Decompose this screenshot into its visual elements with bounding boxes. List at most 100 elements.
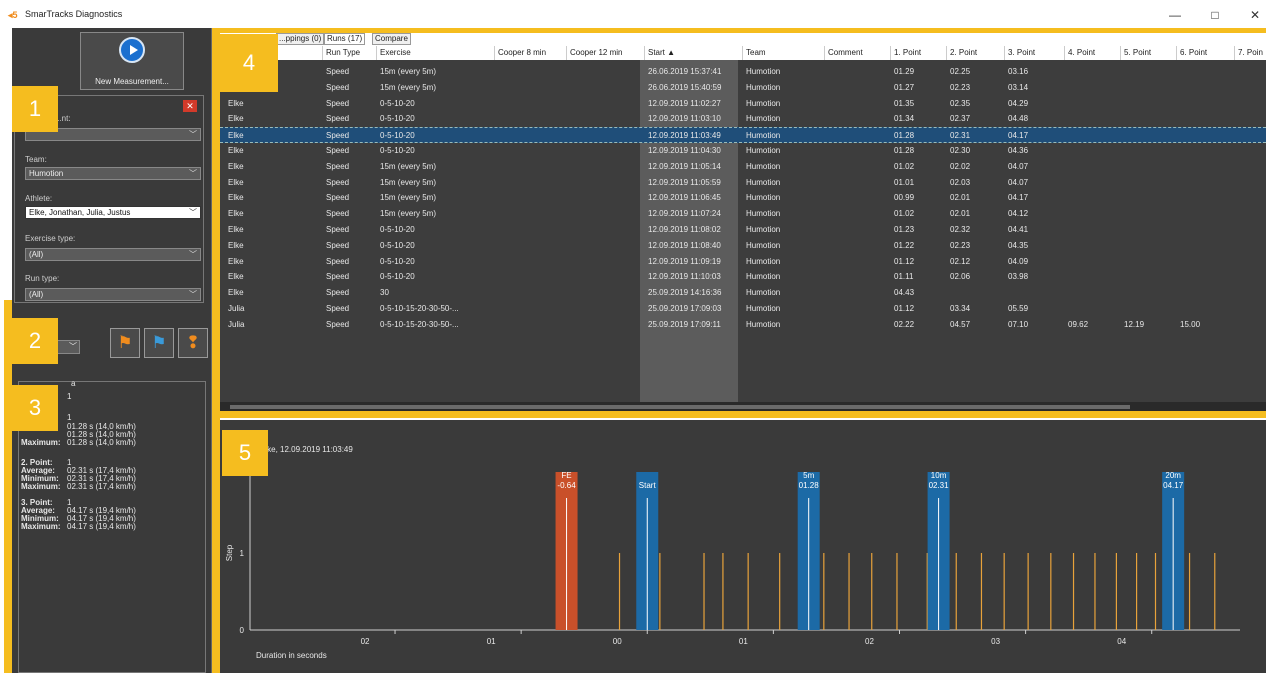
table-row[interactable]: Elke Speed 15m (every 5m) 12.09.2019 11:05:… xyxy=(220,175,1266,191)
marker-value-label: 02.31 xyxy=(929,481,950,490)
close-filter-icon[interactable]: ✕ xyxy=(183,100,197,112)
callout-2: 2 xyxy=(12,318,58,364)
table-row[interactable]: Elke Speed 15m (every 5m) 12.09.2019 11:05:… xyxy=(220,159,1266,175)
cell-point: 03.16 xyxy=(1008,67,1029,76)
cell-point: 12.19 xyxy=(1124,319,1145,329)
column-header[interactable]: Cooper 8 min xyxy=(498,48,546,57)
cell-run-type: Speed xyxy=(326,193,350,203)
cell-team: Humotion xyxy=(746,82,781,92)
table-row[interactable]: Elke Speed 0-5-10-20 12.09.2019 11:02:27 Hum… xyxy=(220,96,1266,112)
tab-strip: ...ppings (0) Runs (17) Compare xyxy=(220,32,1266,46)
x-tick-label: 01 xyxy=(739,637,748,646)
column-separator xyxy=(1176,46,1177,60)
tab-mappings[interactable]: ...ppings (0) xyxy=(276,33,325,45)
column-header[interactable]: Team xyxy=(746,48,766,57)
cell-point: 01.27 xyxy=(894,82,915,92)
table-row[interactable]: Elke Speed 0-5-10-20 12.09.2019 11:04:30 Hum… xyxy=(220,143,1266,159)
exercise-type-select[interactable]: (All) ﹀ xyxy=(25,248,201,261)
table-row[interactable]: Julia Speed 0-5-10-15-20-30-50-... 25.09.20… xyxy=(220,317,1266,333)
table-row[interactable]: Elke Speed 0-5-10-20 12.09.2019 11:08:02 Hum… xyxy=(220,222,1266,238)
tab-runs[interactable]: Runs (17) xyxy=(324,33,366,45)
table-row[interactable]: Elke Speed 0-5-10-20 12.09.2019 11:03:10 Hum… xyxy=(220,111,1266,127)
table-row[interactable]: Elke Speed 15m (every 5m) 12.09.2019 11:06:… xyxy=(220,190,1266,206)
cell-run-type: Speed xyxy=(326,177,350,187)
cell-run-type: Speed xyxy=(326,288,350,298)
column-header[interactable]: Comment xyxy=(828,48,863,57)
table-row[interactable]: Elke Speed 0-5-10-20 12.09.2019 11:10:03 Hum… xyxy=(220,269,1266,285)
table-row[interactable]: Speed 15m (every 5m) 26.06.2019 15:40:59 Hu… xyxy=(220,80,1266,96)
cell-athlete: Elke xyxy=(228,131,244,141)
scrollbar-thumb[interactable] xyxy=(230,405,1130,409)
cell-point: 04.09 xyxy=(1008,256,1029,266)
team-select[interactable]: Humotion ﹀ xyxy=(25,167,201,180)
cell-exercise: 0-5-10-20 xyxy=(380,225,415,234)
athlete-value: Elke, Jonathan, Julia, Justus xyxy=(29,208,131,217)
column-header[interactable]: 5. Point xyxy=(1124,48,1151,57)
y-tick-label: 0 xyxy=(240,626,245,635)
cell-exercise: 0-5-10-20 xyxy=(380,114,415,124)
cell-exercise: 15m (every 5m) xyxy=(380,161,437,171)
marker-value-label: 04.17 xyxy=(1163,481,1184,490)
cell-exercise: 15m (every 5m) xyxy=(380,177,437,187)
cell-point: 00.99 xyxy=(894,193,915,203)
column-header[interactable]: Cooper 12 min xyxy=(570,48,622,57)
cell-team: Humotion xyxy=(746,304,781,313)
minimize-button[interactable]: — xyxy=(1160,6,1190,24)
cell-run-type: Speed xyxy=(326,209,350,219)
column-header[interactable]: 3. Point xyxy=(1008,48,1035,57)
cell-exercise: 15m (every 5m) xyxy=(380,193,437,203)
cell-team: Humotion xyxy=(746,240,781,250)
column-header[interactable]: Start ▲ xyxy=(648,48,675,57)
cell-point: 01.11 xyxy=(894,272,914,282)
frame-left xyxy=(212,28,220,673)
cell-point: 03.34 xyxy=(950,304,971,313)
column-header[interactable]: 1. Point xyxy=(894,48,921,57)
table-row[interactable]: Elke Speed 0-5-10-20 12.09.2019 11:09:19 Hum… xyxy=(220,254,1266,270)
cell-point: 04.12 xyxy=(1008,209,1029,219)
orange-flag-icon[interactable]: ⚑ xyxy=(110,328,140,358)
cell-point: 01.34 xyxy=(894,114,915,124)
table-row[interactable]: Speed 15m (every 5m) 26.06.2019 15:37:41 Hu… xyxy=(220,64,1266,80)
column-separator xyxy=(1234,46,1235,60)
table-row[interactable]: Elke Speed 15m (every 5m) 12.09.2019 11:07:… xyxy=(220,206,1266,222)
cell-point: 02.25 xyxy=(950,67,971,76)
callout-5: 5 xyxy=(222,430,268,476)
cell-run-type: Speed xyxy=(326,146,350,155)
column-header[interactable]: 6. Point xyxy=(1180,48,1207,57)
blue-flag-icon[interactable]: ⚑ xyxy=(144,328,174,358)
cell-team: Humotion xyxy=(746,288,781,298)
column-header[interactable]: Exercise xyxy=(380,48,411,57)
column-header[interactable]: 2. Point xyxy=(950,48,977,57)
column-separator xyxy=(1120,46,1121,60)
app-title: SmarTracks Diagnostics xyxy=(25,9,123,19)
y-axis-label: Step xyxy=(225,544,234,561)
x-tick-label: 01 xyxy=(487,637,496,646)
cell-start: 25.09.2019 17:09:03 xyxy=(648,304,722,313)
column-header[interactable]: 7. Poin xyxy=(1238,48,1263,57)
footprints-icon[interactable]: ❢ xyxy=(178,328,208,358)
cell-run-type: Speed xyxy=(326,114,350,124)
table-row[interactable]: Julia Speed 0-5-10-15-20-30-50-... 25.09.20… xyxy=(220,301,1266,317)
table-row[interactable]: Elke Speed 30 25.09.2019 14:16:36 Humotion 04… xyxy=(220,285,1266,301)
column-header[interactable]: Run Type xyxy=(326,48,360,57)
new-measurement-button[interactable]: New Measurement... xyxy=(80,32,184,90)
marker-label: 10m xyxy=(931,471,947,480)
table-row[interactable]: Elke Speed 0-5-10-20 12.09.2019 11:03:49 Hum… xyxy=(220,127,1266,143)
cell-point: 04.36 xyxy=(1008,146,1029,155)
run-type-select[interactable]: (All) ﹀ xyxy=(25,288,201,301)
column-header[interactable]: 4. Point xyxy=(1068,48,1095,57)
column-separator xyxy=(566,46,567,60)
cell-run-type: Speed xyxy=(326,98,350,108)
athlete-select[interactable]: Elke, Jonathan, Julia, Justus ﹀ xyxy=(25,206,201,219)
cell-run-type: Speed xyxy=(326,272,350,282)
cell-point: 03.14 xyxy=(1008,82,1029,92)
cell-team: Humotion xyxy=(746,209,781,219)
close-window-button[interactable]: ✕ xyxy=(1240,6,1266,24)
cell-point: 15.00 xyxy=(1180,319,1201,329)
maximize-button[interactable]: □ xyxy=(1200,6,1230,24)
cell-start: 25.09.2019 14:16:36 xyxy=(648,288,722,298)
cell-point: 02.23 xyxy=(950,240,971,250)
table-row[interactable]: Elke Speed 0-5-10-20 12.09.2019 11:08:40 Hum… xyxy=(220,238,1266,254)
tab-compare[interactable]: Compare xyxy=(372,33,411,45)
cell-point: 01.28 xyxy=(894,131,915,141)
